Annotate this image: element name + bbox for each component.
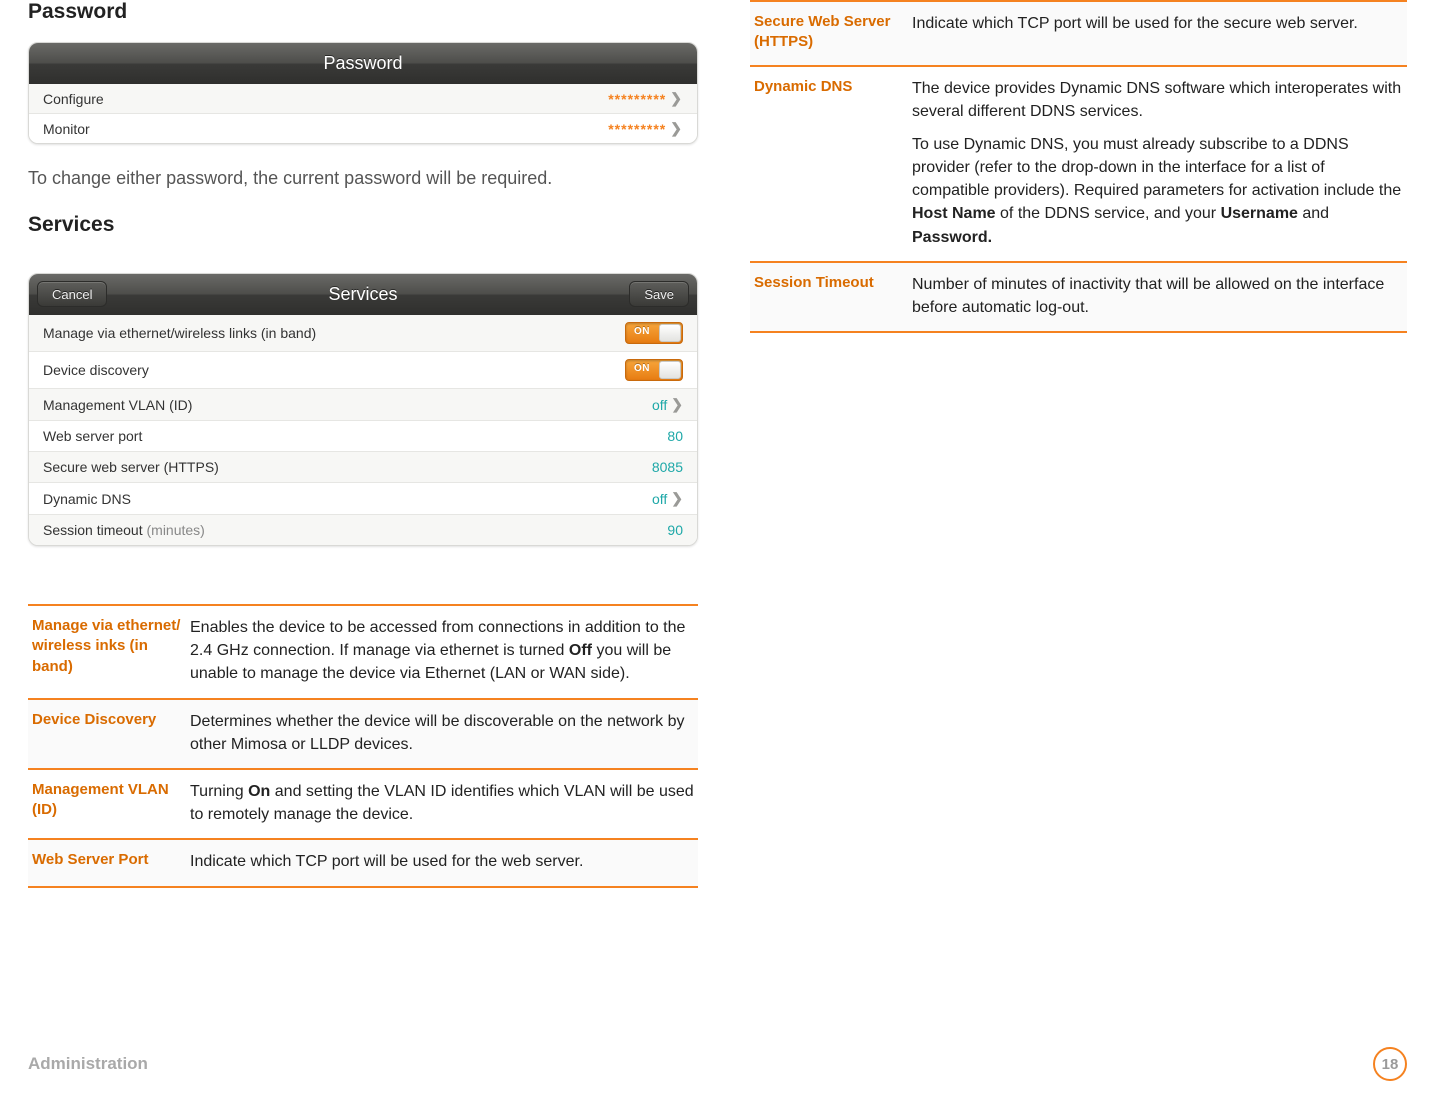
services-value-text: 90 — [667, 522, 683, 538]
heading-services: Services — [28, 213, 698, 237]
definition-row: Dynamic DNS The device provides Dynamic D… — [750, 65, 1407, 261]
definitions-table-right: Secure Web Server (HTTPS) Indicate which … — [750, 0, 1407, 333]
services-row: Web server port 80 — [29, 420, 697, 451]
services-panel-title: Services — [328, 284, 397, 304]
services-value-text: off — [652, 491, 667, 507]
password-masked: ********* — [608, 91, 666, 107]
toggle-switch[interactable]: ON — [625, 322, 683, 344]
password-panel: Password Configure ********* ❯ Monitor *… — [28, 42, 698, 144]
toggle-on-label: ON — [634, 363, 650, 374]
password-masked: ********* — [608, 121, 666, 137]
definition-term: Session Timeout — [754, 273, 906, 293]
services-panel: Cancel Services Save Manage via ethernet… — [28, 273, 698, 546]
services-row: Session timeout (minutes) 90 — [29, 514, 697, 545]
cancel-button[interactable]: Cancel — [37, 281, 107, 307]
table-bottom-rule — [750, 331, 1407, 333]
password-panel-title: Password — [29, 43, 697, 84]
definition-description: Indicate which TCP port will be used for… — [912, 12, 1403, 35]
definition-row: Web Server Port Indicate which TCP port w… — [28, 838, 698, 885]
definition-description: Enables the device to be accessed from c… — [190, 616, 694, 686]
page-footer: Administration 18 — [28, 1047, 1407, 1081]
definition-row: Management VLAN (ID)Turning On and setti… — [28, 768, 698, 838]
services-row-label: Secure web server (HTTPS) — [43, 459, 219, 475]
password-row-configure[interactable]: Configure ********* ❯ — [29, 84, 697, 113]
password-row-value: ********* ❯ — [608, 120, 683, 137]
definition-row: Manage via ethernet/ wireless inks (in b… — [28, 604, 698, 698]
password-row-label: Configure — [43, 91, 104, 107]
services-value-text: 8085 — [652, 459, 683, 475]
services-row[interactable]: Management VLAN (ID) off ❯ — [29, 388, 697, 420]
services-value-text: off — [652, 397, 667, 413]
toggle-knob — [659, 361, 681, 379]
chevron-right-icon: ❯ — [671, 396, 683, 413]
toggle-on-label: ON — [634, 326, 650, 337]
password-panel-body: Configure ********* ❯ Monitor ********* … — [29, 84, 697, 143]
password-row-monitor[interactable]: Monitor ********* ❯ — [29, 113, 697, 143]
services-row-value: off ❯ — [652, 396, 683, 413]
services-value-text: 80 — [667, 428, 683, 444]
definition-row: Session Timeout Number of minutes of inac… — [750, 261, 1407, 331]
definition-term: Dynamic DNS — [754, 77, 906, 97]
definitions-table-left: Manage via ethernet/ wireless inks (in b… — [28, 604, 698, 888]
table-bottom-rule — [28, 886, 698, 888]
chevron-right-icon: ❯ — [670, 90, 683, 107]
definition-description: Determines whether the device will be di… — [190, 710, 694, 756]
services-row-label: Session timeout (minutes) — [43, 522, 205, 538]
services-panel-body: Manage via ethernet/wireless links (in b… — [29, 315, 697, 545]
toggle-switch[interactable]: ON — [625, 359, 683, 381]
definition-description: Number of minutes of inactivity that wil… — [912, 273, 1403, 319]
services-row-label: Device discovery — [43, 362, 149, 378]
services-row-label: Dynamic DNS — [43, 491, 131, 507]
services-panel-header: Cancel Services Save — [29, 274, 697, 315]
services-row-value: 90 — [667, 522, 683, 538]
definition-description: Indicate which TCP port will be used for… — [190, 850, 694, 873]
services-row-label: Web server port — [43, 428, 142, 444]
services-row-value: 80 — [667, 428, 683, 444]
toggle-knob — [659, 324, 681, 342]
definition-row: Device Discovery Determines whether the d… — [28, 698, 698, 768]
services-row: Device discovery ON — [29, 351, 697, 388]
footer-section-title: Administration — [28, 1054, 148, 1074]
services-row: Secure web server (HTTPS) 8085 — [29, 451, 697, 482]
services-row-label: Manage via ethernet/wireless links (in b… — [43, 325, 316, 341]
password-row-value: ********* ❯ — [608, 90, 683, 107]
services-row: Manage via ethernet/wireless links (in b… — [29, 315, 697, 351]
definition-description: The device provides Dynamic DNS software… — [912, 77, 1403, 249]
password-row-label: Monitor — [43, 121, 90, 137]
page-number-badge: 18 — [1373, 1047, 1407, 1081]
definition-term: Web Server Port — [32, 850, 184, 870]
definition-term: Device Discovery — [32, 710, 184, 730]
services-row-value: 8085 — [652, 459, 683, 475]
password-note: To change either password, the current p… — [28, 168, 698, 189]
chevron-right-icon: ❯ — [671, 490, 683, 507]
definition-description: Turning On and setting the VLAN ID ident… — [190, 780, 694, 826]
definition-row: Secure Web Server (HTTPS) Indicate which … — [750, 0, 1407, 65]
services-row-value: off ❯ — [652, 490, 683, 507]
services-row[interactable]: Dynamic DNS off ❯ — [29, 482, 697, 514]
definition-term: Manage via ethernet/ wireless inks (in b… — [32, 616, 184, 677]
heading-password: Password — [28, 0, 698, 24]
definition-term: Secure Web Server (HTTPS) — [754, 12, 906, 53]
save-button[interactable]: Save — [629, 281, 689, 307]
definition-term: Management VLAN (ID) — [32, 780, 184, 821]
chevron-right-icon: ❯ — [670, 120, 683, 137]
services-row-label: Management VLAN (ID) — [43, 397, 192, 413]
